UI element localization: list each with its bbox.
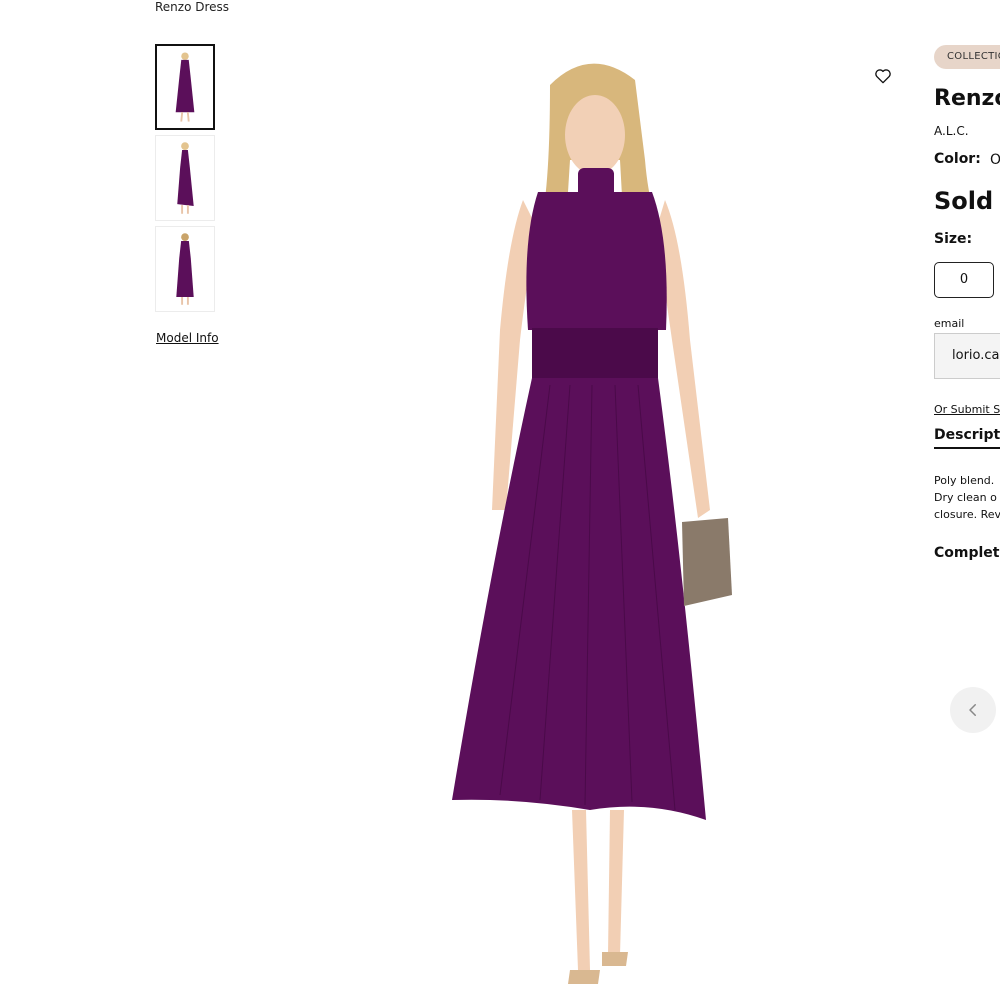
product-main-image	[420, 40, 770, 1000]
color-label: Color:	[934, 151, 981, 167]
submit-link[interactable]: Or Submit S	[934, 403, 1000, 416]
model-info-link[interactable]: Model Info	[156, 331, 219, 345]
description-line: Poly blend.	[934, 474, 995, 487]
thumbnail-2-image	[156, 136, 214, 220]
favorite-button[interactable]	[873, 66, 893, 86]
stock-status: Sold C	[934, 187, 1000, 215]
product-details-panel: COLLECTION Renzo A.L.C. Color: O Sold C …	[934, 0, 1000, 1000]
thumbnail-1-image	[157, 46, 213, 128]
chevron-left-icon	[969, 704, 976, 716]
tab-description[interactable]: Descript	[934, 427, 1000, 449]
thumbnail-2[interactable]	[155, 135, 215, 221]
heart-outline-icon	[875, 69, 891, 84]
color-value: O	[990, 152, 1000, 168]
product-brand[interactable]: A.L.C.	[934, 124, 969, 138]
thumbnail-3[interactable]	[155, 226, 215, 312]
size-option-0[interactable]: 0	[934, 262, 994, 298]
breadcrumb: Renzo Dress	[155, 0, 229, 14]
carousel-prev-button[interactable]	[950, 687, 996, 733]
complete-the-look-heading: Complet	[934, 545, 1000, 561]
description-line: Dry clean o	[934, 491, 997, 504]
description-text: Poly blend. Dry clean o closure. Rev	[934, 472, 1000, 523]
email-field[interactable]: lorio.ca	[934, 333, 1000, 379]
email-label: email	[934, 317, 965, 330]
thumbnail-3-image	[156, 227, 214, 311]
size-label: Size:	[934, 231, 973, 247]
product-title: Renzo	[934, 86, 1000, 111]
model-photo	[452, 63, 732, 984]
breadcrumb-current: Renzo Dress	[155, 0, 230, 14]
collection-badge: COLLECTION	[934, 45, 1000, 69]
description-line: closure. Rev	[934, 508, 1000, 521]
thumbnail-1[interactable]	[155, 44, 215, 130]
